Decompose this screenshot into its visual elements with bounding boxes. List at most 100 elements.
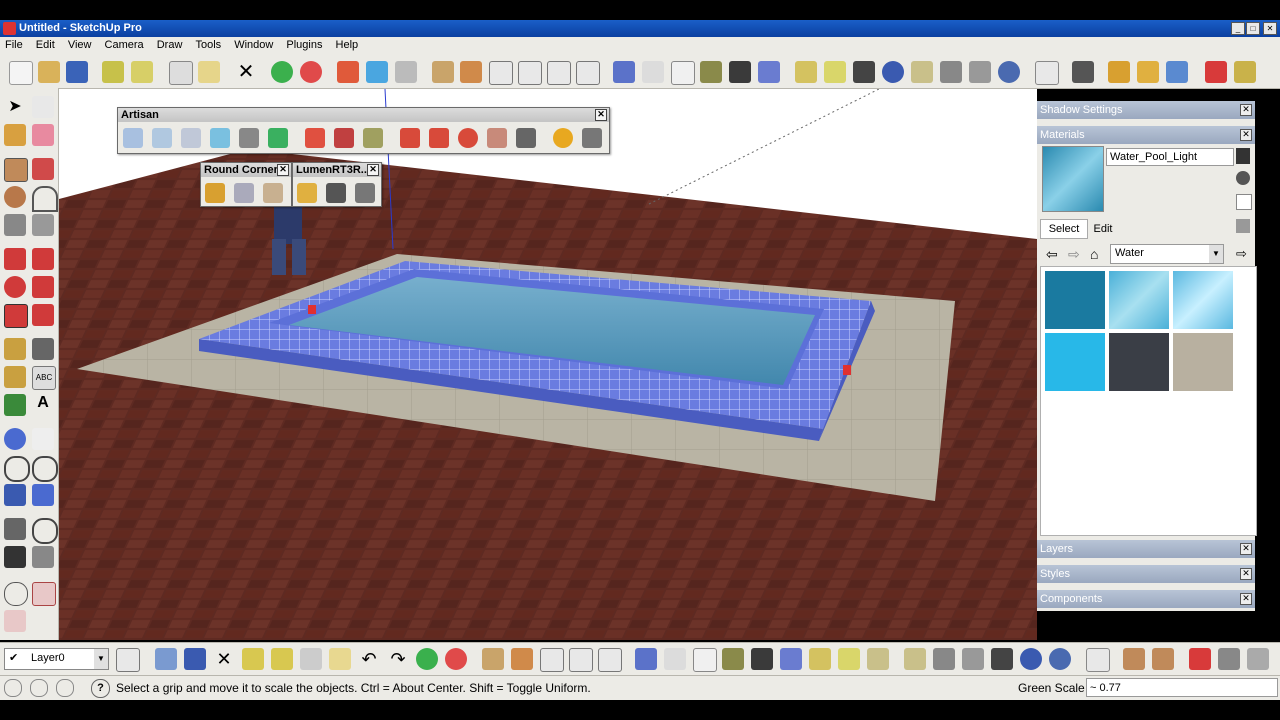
group-icon[interactable]: [824, 61, 846, 83]
solid-tools-icon[interactable]: [853, 61, 875, 83]
rectangle-icon[interactable]: [4, 158, 28, 182]
materials-header[interactable]: Materials ✕: [1037, 126, 1255, 144]
round-corner-close-button[interactable]: ✕: [277, 164, 289, 176]
interact-icon[interactable]: [4, 582, 28, 606]
cut-icon[interactable]: ✕: [213, 648, 235, 670]
sharp-corner-icon[interactable]: [234, 183, 254, 203]
orbit-icon[interactable]: [4, 428, 26, 450]
help-icon[interactable]: ?: [91, 679, 110, 698]
create-material-icon[interactable]: [1236, 148, 1250, 164]
layer-selector[interactable]: ✔ Layer0 ▼: [4, 648, 109, 670]
shaded-icon[interactable]: [700, 61, 722, 83]
material-swatch[interactable]: [1045, 271, 1105, 329]
position-camera-icon[interactable]: [4, 518, 26, 540]
menu-plugins[interactable]: Plugins: [281, 37, 327, 53]
shadow-settings-close[interactable]: ✕: [1240, 104, 1252, 116]
tape-measure-icon[interactable]: [4, 338, 26, 360]
hidden-line-icon[interactable]: [671, 61, 695, 85]
artisan-box-icon[interactable]: [123, 128, 143, 148]
menu-camera[interactable]: Camera: [100, 37, 149, 53]
diamond-icon[interactable]: [1035, 61, 1059, 85]
artisan-plane-icon[interactable]: [210, 128, 230, 148]
material-name-field[interactable]: [1106, 148, 1234, 166]
cylinder-icon[interactable]: [911, 61, 933, 83]
save-icon[interactable]: [66, 61, 88, 83]
round-corner-icon[interactable]: [205, 183, 225, 203]
component-icon[interactable]: [809, 648, 831, 670]
view-back-icon[interactable]: [598, 648, 622, 672]
layers-close[interactable]: ✕: [1240, 543, 1252, 555]
save-icon[interactable]: [184, 648, 206, 670]
section-icon[interactable]: [969, 61, 991, 83]
view-left-icon[interactable]: [576, 61, 600, 85]
zoom-extents-icon[interactable]: [4, 484, 26, 506]
lumenrt-settings-icon[interactable]: [355, 183, 375, 203]
cylinder-icon[interactable]: [867, 648, 889, 670]
artisan-toolbar-title[interactable]: Artisan ✕: [118, 108, 609, 122]
pan-icon[interactable]: [32, 428, 54, 450]
look-around-icon[interactable]: [32, 518, 58, 544]
print-icon[interactable]: [329, 648, 351, 670]
open-icon[interactable]: [155, 648, 177, 670]
geo-status-icon[interactable]: [4, 679, 22, 697]
protractor-icon[interactable]: [4, 366, 26, 388]
material-swatch[interactable]: [1173, 271, 1233, 329]
monochrome-icon[interactable]: [780, 648, 802, 670]
material-swatch[interactable]: [1173, 333, 1233, 391]
section-icon[interactable]: [962, 648, 984, 670]
arc-icon[interactable]: [32, 186, 58, 212]
styles-header[interactable]: Styles ✕: [1037, 565, 1255, 583]
toggle-terrain-icon[interactable]: [445, 648, 467, 670]
shaded-icon[interactable]: [722, 648, 744, 670]
previous-view-icon[interactable]: [32, 484, 54, 506]
artisan-tool-icon[interactable]: [363, 128, 383, 148]
menu-tools[interactable]: Tools: [190, 37, 226, 53]
make-component-icon[interactable]: [32, 96, 54, 118]
stamp-icon[interactable]: [1218, 648, 1240, 670]
sample-paint-icon[interactable]: [1236, 171, 1250, 185]
redo-icon[interactable]: ↷: [387, 648, 409, 670]
house-side-icon[interactable]: [511, 648, 533, 670]
components-close[interactable]: ✕: [1240, 593, 1252, 605]
sphere-icon[interactable]: [882, 61, 904, 83]
credits-icon[interactable]: [30, 679, 48, 697]
menu-window[interactable]: Window: [229, 37, 278, 53]
monochrome-icon[interactable]: [758, 61, 780, 83]
circle-icon[interactable]: [4, 186, 26, 208]
default-material-icon[interactable]: [1236, 194, 1252, 210]
components-header[interactable]: Components ✕: [1037, 590, 1255, 608]
styles-close[interactable]: ✕: [1240, 568, 1252, 580]
zoom-window-icon[interactable]: [32, 456, 58, 482]
artisan-smooth-icon[interactable]: [1137, 61, 1159, 83]
wireframe-icon[interactable]: [642, 61, 664, 83]
warehouse-icon[interactable]: [395, 61, 417, 83]
back-icon[interactable]: ⇦: [1046, 246, 1058, 263]
scale-icon[interactable]: [4, 304, 28, 328]
shaded-textures-icon[interactable]: [751, 648, 773, 670]
artisan-info-icon[interactable]: [553, 128, 573, 148]
artisan-rotate-icon[interactable]: [458, 128, 478, 148]
view-front-icon[interactable]: [489, 61, 513, 85]
artisan-sculpt-icon[interactable]: [1108, 61, 1130, 83]
axes-icon[interactable]: [940, 61, 962, 83]
sphere-icon[interactable]: [1020, 648, 1042, 670]
undo-icon[interactable]: ↶: [358, 648, 380, 670]
axes-icon[interactable]: [933, 648, 955, 670]
section-plane-icon[interactable]: [32, 546, 54, 568]
erase-icon[interactable]: [300, 648, 322, 670]
sandbox-scratch-icon[interactable]: [1152, 648, 1174, 670]
maximize-button[interactable]: □: [1246, 22, 1260, 35]
home-icon[interactable]: ⌂: [1090, 246, 1098, 262]
lumenrt-export-icon[interactable]: [297, 183, 317, 203]
new-file-icon[interactable]: [9, 61, 33, 85]
lumenrt-object-icon[interactable]: [326, 183, 346, 203]
view-back-icon[interactable]: [547, 61, 571, 85]
push-pull-icon[interactable]: [32, 248, 54, 270]
material-swatch[interactable]: [1045, 333, 1105, 391]
artisan-scale-icon[interactable]: [429, 128, 449, 148]
artisan-knife-icon[interactable]: [239, 128, 259, 148]
artisan-extrude-icon[interactable]: [268, 128, 288, 148]
eyedropper-icon[interactable]: [1236, 219, 1250, 233]
open-file-icon[interactable]: [38, 61, 60, 83]
menu-view[interactable]: View: [63, 37, 97, 53]
